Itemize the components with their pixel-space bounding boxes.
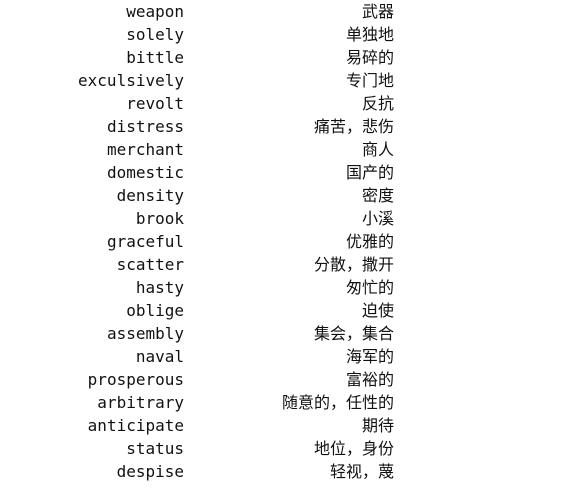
english-word: domestic [106,163,184,182]
english-word: anticipate [87,416,184,435]
english-word: distress [106,117,184,136]
vocab-row-naval: naval 海军的 [0,345,586,368]
english-word: exculsively [78,71,184,90]
english-word: revolt [126,94,184,113]
vocab-row-domestic: domestic 国产的 [0,161,586,184]
chinese-translation: 专门地 [345,71,394,90]
chinese-translation: 迫使 [361,301,394,320]
chinese-translation: 优雅的 [345,232,394,251]
vocab-row-arbitrary: arbitrary 随意的，任性的 [0,391,586,414]
chinese-translation: 小溪 [361,209,394,228]
vocab-row-brook: brook 小溪 [0,207,586,230]
english-word: naval [135,347,184,366]
vocab-row-hasty: hasty 匆忙的 [0,276,586,299]
vocabulary-table: weapon 武器 solely 单独地 bittle 易碎的 exculsiv… [0,0,586,483]
chinese-translation: 随意的，任性的 [281,393,394,412]
vocab-row-exculsively: exculsively 专门地 [0,69,586,92]
english-word: hasty [135,278,184,297]
vocab-row-prosperous: prosperous 富裕的 [0,368,586,391]
english-word: assembly [106,324,184,343]
chinese-translation: 地位，身份 [313,439,394,458]
chinese-translation: 分散，撒开 [313,255,394,274]
english-word: brook [135,209,184,228]
chinese-translation: 匆忙的 [345,278,394,297]
chinese-translation: 集会，集合 [313,324,394,343]
english-word: merchant [106,140,184,159]
chinese-translation: 富裕的 [345,370,394,389]
vocab-row-distress: distress 痛苦，悲伤 [0,115,586,138]
chinese-translation: 武器 [361,2,394,21]
vocab-row-density: density 密度 [0,184,586,207]
vocab-row-status: status 地位，身份 [0,437,586,460]
vocab-row-oblige: oblige 迫使 [0,299,586,322]
vocab-row-anticipate: anticipate 期待 [0,414,586,437]
chinese-translation: 海军的 [345,347,394,366]
chinese-translation: 国产的 [345,163,394,182]
english-word: density [116,186,184,205]
english-word: status [126,439,184,458]
vocab-row-despise: despise 轻视，蔑 [0,460,586,483]
chinese-translation: 商人 [361,140,394,159]
vocab-row-revolt: revolt 反抗 [0,92,586,115]
vocab-row-assembly: assembly 集会，集合 [0,322,586,345]
english-word: solely [126,25,184,44]
vocab-row-bittle: bittle 易碎的 [0,46,586,69]
vocab-row-solely: solely 单独地 [0,23,586,46]
vocab-row-merchant: merchant 商人 [0,138,586,161]
english-word: prosperous [87,370,184,389]
vocab-row-graceful: graceful 优雅的 [0,230,586,253]
vocab-row-scatter: scatter 分散，撒开 [0,253,586,276]
english-word: graceful [106,232,184,251]
english-word: bittle [126,48,184,67]
chinese-translation: 轻视，蔑 [329,462,394,481]
english-word: oblige [126,301,184,320]
chinese-translation: 易碎的 [345,48,394,67]
chinese-translation: 单独地 [345,25,394,44]
english-word: scatter [116,255,184,274]
vocab-row-weapon: weapon 武器 [0,0,586,23]
english-word: arbitrary [97,393,184,412]
english-word: weapon [126,2,184,21]
chinese-translation: 密度 [361,186,394,205]
chinese-translation: 反抗 [361,94,394,113]
english-word: despise [116,462,184,481]
chinese-translation: 期待 [361,416,394,435]
chinese-translation: 痛苦，悲伤 [313,117,394,136]
